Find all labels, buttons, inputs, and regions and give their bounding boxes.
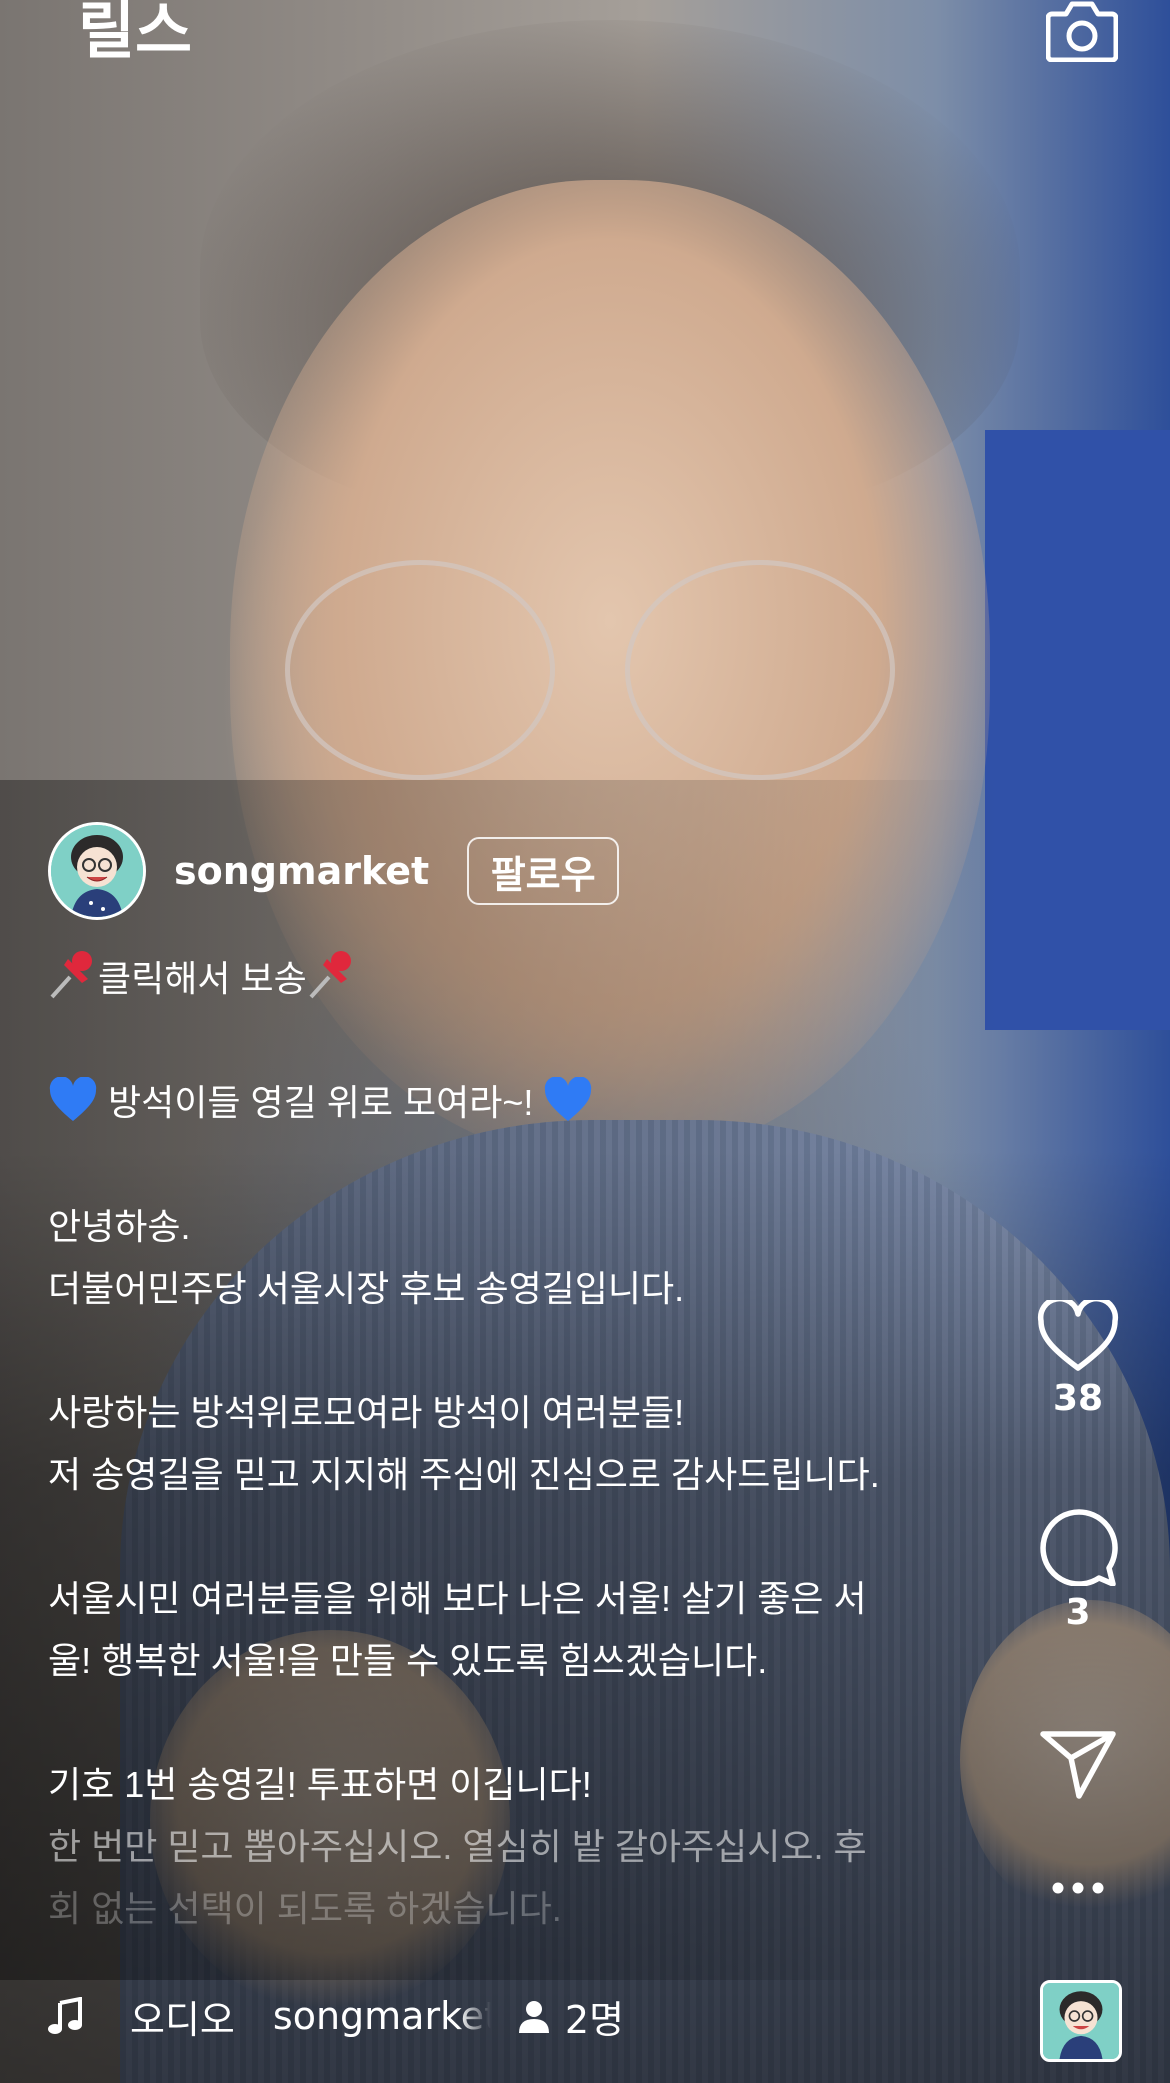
caption-line: 저 송영길을 믿고 지지해 주심에 진심으로 감사드립니다. (48, 1454, 880, 1495)
more-icon[interactable] (1050, 1880, 1106, 1896)
pushpin-icon (50, 951, 92, 999)
caption-line: 클릭해서 보송 (48, 948, 978, 1010)
music-note-icon (48, 1997, 82, 2034)
audio-artist[interactable]: songmarket (273, 1994, 491, 2038)
send-icon[interactable] (1039, 1728, 1117, 1800)
caption-line: 울! 행복한 서울!을 만들 수 있도록 힘쓰겠습니다. (48, 1640, 768, 1681)
blue-heart-icon (49, 1077, 97, 1121)
audio-avatar-icon (1043, 1983, 1119, 2059)
follow-button[interactable]: 팔로우 (467, 837, 620, 905)
author-username[interactable]: songmarket (174, 849, 429, 893)
comment-icon[interactable] (1037, 1506, 1119, 1586)
avatar[interactable] (48, 822, 146, 920)
caption-line: 방석이들 영길 위로 모여라~! (48, 1072, 978, 1134)
person-icon (518, 2001, 549, 2033)
blue-heart-icon (545, 1077, 592, 1121)
heart-icon[interactable] (1037, 1300, 1119, 1372)
like-action: 38 (1036, 1300, 1120, 1419)
share-action (1036, 1728, 1120, 1800)
author-row: songmarket 팔로우 (48, 822, 620, 920)
comment-count[interactable]: 3 (1065, 1592, 1090, 1633)
pushpin-icon (309, 951, 351, 999)
audio-users-count: 2명 (564, 1997, 625, 2042)
glasses-left-lens (285, 560, 555, 780)
glasses-right-lens (625, 560, 895, 780)
camera-icon[interactable] (1045, 0, 1119, 63)
caption-line: 안녕하송. (48, 1206, 191, 1247)
audio-label: 오디오 (130, 1997, 235, 2042)
audio-row[interactable]: 오디오 songmarket 2명 (48, 1986, 624, 2046)
like-count[interactable]: 38 (1053, 1378, 1103, 1419)
caption-line: 기호 1번 송영길! 투표하면 이깁니다! (48, 1764, 592, 1805)
audio-thumbnail[interactable] (1040, 1980, 1122, 2062)
caption-line: 한 번만 믿고 뽑아주십시오. 열심히 밭 갈아주십시오. 후 (48, 1826, 867, 1867)
comment-action: 3 (1036, 1506, 1120, 1633)
page-title: 릴스 (78, 0, 193, 67)
caption-line: 서울시민 여러분들을 위해 보다 나은 서울! 살기 좋은 서 (48, 1578, 867, 1619)
reel-caption[interactable]: 클릭해서 보송 방석이들 영길 위로 모여라~! 안녕하송. 더불어민주당 서울… (48, 948, 978, 1940)
caption-line: 더불어민주당 서울시장 후보 송영길입니다. (48, 1268, 685, 1309)
caption-line: 회 없는 선택이 되도록 하겠습니다. (48, 1888, 562, 1929)
more-options (1050, 1880, 1106, 1896)
caption-line: 사랑하는 방석위로모여라 방석이 여러분들! (48, 1392, 685, 1433)
background-flag (985, 430, 1170, 1030)
